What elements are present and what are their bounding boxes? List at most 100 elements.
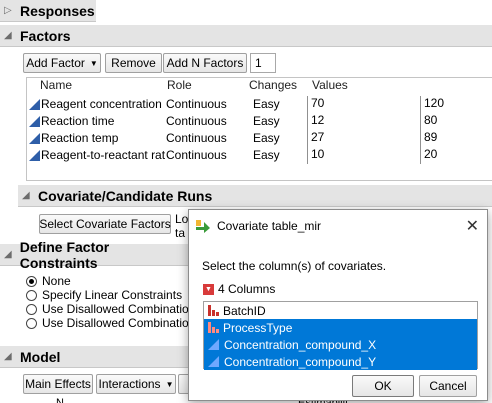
- dialog-title: Covariate table_mir: [217, 219, 322, 233]
- factor-low-value[interactable]: 10: [307, 147, 421, 164]
- continuous-triangle-icon: [208, 339, 219, 350]
- factor-high-value[interactable]: 120: [420, 96, 492, 113]
- column-name: ProcessType: [223, 320, 293, 335]
- main-effects-label: Main Effects: [25, 377, 91, 391]
- radio-icon[interactable]: [26, 289, 37, 301]
- covariate-header[interactable]: ◢ Covariate/Candidate Runs: [18, 185, 492, 207]
- nominal-bar-icon: [208, 322, 219, 333]
- constraint-option-none[interactable]: None: [26, 274, 71, 288]
- radio-selected-icon[interactable]: [26, 275, 37, 287]
- factor-high-value[interactable]: 20: [420, 147, 492, 164]
- columns-count-label: 4 Columns: [218, 282, 276, 296]
- dropdown-arrow-icon: ▼: [165, 379, 174, 389]
- add-factor-label: Add Factor: [26, 56, 85, 70]
- collapsed-triangle-icon[interactable]: ▷: [4, 5, 18, 16]
- list-item[interactable]: Concentration_compound_Y: [204, 353, 477, 370]
- model-col-name: N: [56, 397, 64, 403]
- constraint-option-disallowed-1[interactable]: Use Disallowed Combinatio: [26, 302, 189, 316]
- factors-title: Factors: [20, 27, 71, 44]
- covariate-title: Covariate/Candidate Runs: [38, 187, 213, 204]
- interactions-label: Interactions: [98, 377, 161, 391]
- factor-role[interactable]: Continuous: [166, 97, 227, 111]
- continuous-factor-icon: [29, 116, 40, 127]
- table-row[interactable]: Reaction time Continuous Easy 12 80: [27, 113, 492, 130]
- continuous-factor-icon: [29, 133, 40, 144]
- factor-changes[interactable]: Easy: [253, 97, 280, 111]
- cancel-label: Cancel: [429, 379, 467, 393]
- factors-table: Name Role Changes Values Reagent concent…: [26, 77, 492, 181]
- list-item[interactable]: Concentration_compound_X: [204, 336, 477, 353]
- factors-header[interactable]: ◢ Factors: [0, 25, 492, 47]
- model-header[interactable]: ◢ Model: [0, 346, 188, 368]
- cancel-button[interactable]: Cancel: [419, 375, 477, 397]
- column-name: Concentration_compound_X: [224, 337, 377, 352]
- radio-icon[interactable]: [26, 303, 37, 315]
- expanded-triangle-icon[interactable]: ◢: [4, 351, 18, 362]
- select-covariate-label: Select Covariate Factors: [39, 217, 171, 231]
- continuous-factor-icon: [29, 150, 40, 161]
- ok-button[interactable]: OK: [352, 375, 414, 397]
- add-n-factors-button[interactable]: Add N Factors: [163, 53, 247, 73]
- table-row[interactable]: Reagent-to-reactant rat Continuous Easy …: [27, 147, 492, 164]
- constraints-title: Define Factor Constraints: [19, 238, 110, 271]
- factor-low-value[interactable]: 12: [307, 113, 421, 130]
- col-header-values: Values: [312, 78, 348, 92]
- factor-low-value[interactable]: 70: [307, 96, 421, 113]
- factor-name[interactable]: Reaction time: [41, 114, 165, 128]
- factor-name[interactable]: Reaction temp: [41, 131, 165, 145]
- factor-name[interactable]: Reagent-to-reactant rat: [41, 148, 165, 162]
- covariate-dialog: Covariate table_mir ✕ Select the column(…: [188, 209, 488, 401]
- remove-label: Remove: [111, 56, 156, 70]
- select-covariate-factors-button[interactable]: Select Covariate Factors: [39, 214, 171, 234]
- factor-high-value[interactable]: 89: [420, 130, 492, 147]
- radio-icon[interactable]: [26, 317, 37, 329]
- expanded-triangle-icon[interactable]: ◢: [22, 190, 36, 201]
- main-effects-button[interactable]: Main Effects: [23, 374, 93, 394]
- factor-high-value[interactable]: 80: [420, 113, 492, 130]
- constraint-label: Use Disallowed Combinatio: [42, 316, 189, 330]
- list-item[interactable]: ProcessType: [204, 319, 477, 336]
- factor-name[interactable]: Reagent concentration: [41, 97, 165, 111]
- n-factors-input[interactable]: 1: [250, 53, 276, 73]
- col-header-name: Name: [40, 78, 73, 92]
- constraint-option-disallowed-2[interactable]: Use Disallowed Combinatio: [26, 316, 189, 330]
- factor-changes[interactable]: Easy: [253, 131, 280, 145]
- columns-count-header[interactable]: ▼ 4 Columns: [203, 282, 275, 296]
- expanded-triangle-icon[interactable]: ◢: [4, 249, 18, 260]
- dropdown-arrow-icon: ▼: [89, 58, 98, 68]
- factor-role[interactable]: Continuous: [166, 148, 227, 162]
- dialog-titlebar[interactable]: Covariate table_mir ✕: [189, 210, 487, 242]
- column-name: BatchID: [223, 303, 266, 318]
- responses-header[interactable]: ▷ Responses: [0, 0, 96, 22]
- expanded-triangle-icon[interactable]: ◢: [4, 30, 18, 41]
- continuous-factor-icon: [29, 99, 40, 110]
- constraints-header[interactable]: ◢ Define Factor Constraints: [0, 239, 188, 271]
- jmp-app-icon: [196, 220, 210, 233]
- factor-changes[interactable]: Easy: [253, 114, 280, 128]
- red-dropdown-icon[interactable]: ▼: [203, 283, 214, 295]
- list-item[interactable]: BatchID: [204, 302, 477, 319]
- nominal-bar-icon: [208, 305, 219, 316]
- col-header-role: Role: [167, 78, 192, 92]
- constraint-label: Use Disallowed Combinatio: [42, 302, 189, 316]
- remove-button[interactable]: Remove: [105, 53, 162, 73]
- add-factor-button[interactable]: Add Factor ▼: [23, 53, 101, 73]
- add-n-factors-label: Add N Factors: [166, 56, 244, 70]
- constraint-option-linear[interactable]: Specify Linear Constraints: [26, 288, 182, 302]
- constraint-label: Specify Linear Constraints: [42, 288, 183, 302]
- table-row[interactable]: Reagent concentration Continuous Easy 70…: [27, 96, 492, 113]
- factor-low-value[interactable]: 27: [307, 130, 421, 147]
- factor-role[interactable]: Continuous: [166, 131, 227, 145]
- factor-role[interactable]: Continuous: [166, 114, 227, 128]
- responses-title: Responses: [20, 2, 95, 19]
- factor-changes[interactable]: Easy: [253, 148, 280, 162]
- n-factors-value: 1: [255, 56, 262, 70]
- close-icon[interactable]: ✕: [466, 216, 479, 236]
- table-row[interactable]: Reaction temp Continuous Easy 27 89: [27, 130, 492, 147]
- columns-list[interactable]: BatchID ProcessType Concentration_compou…: [203, 301, 478, 370]
- dialog-instruction: Select the column(s) of covariates.: [202, 259, 387, 273]
- constraint-label: None: [42, 274, 71, 288]
- ok-label: OK: [374, 379, 392, 393]
- covariate-note-line1: Lo: [175, 212, 189, 226]
- interactions-button[interactable]: Interactions ▼: [96, 374, 176, 394]
